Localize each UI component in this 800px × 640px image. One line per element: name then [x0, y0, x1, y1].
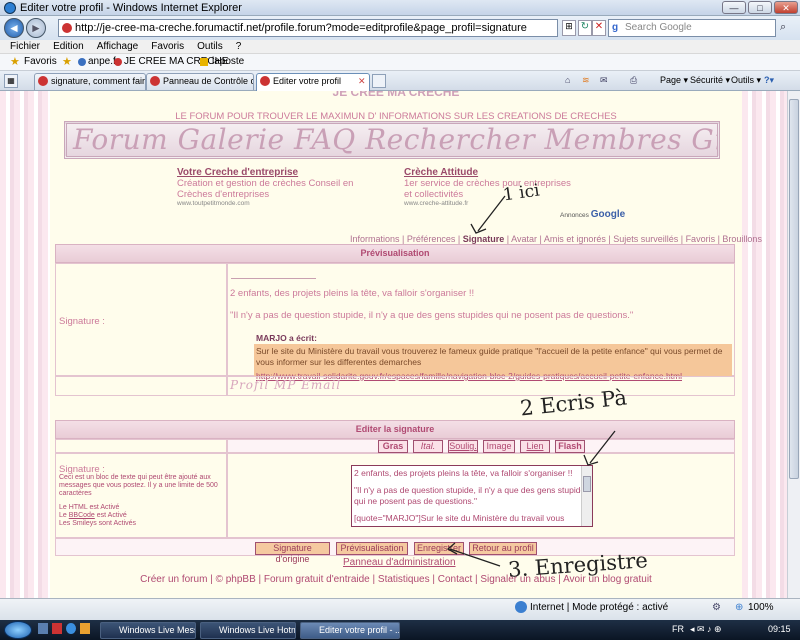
- page-scrollbar[interactable]: [787, 91, 800, 598]
- clock[interactable]: 09:15: [768, 624, 791, 634]
- quick-tabs-icon[interactable]: ▦: [4, 74, 18, 88]
- page-menu-label: Page: [660, 75, 682, 85]
- tab-editer-profil[interactable]: Editer votre profil ✕: [256, 73, 370, 91]
- maximize-button[interactable]: □: [748, 1, 772, 14]
- annotation-layer: [446, 195, 616, 567]
- search-placeholder: Search Google: [625, 22, 692, 33]
- stop-icon[interactable]: ✕: [592, 20, 606, 36]
- tab-panneau[interactable]: Panneau de Contrôle des ...: [146, 73, 254, 90]
- task-label: Windows Live Mess...: [119, 625, 195, 635]
- arrow-3-head: [446, 542, 458, 555]
- tray-icons[interactable]: ◂ ✉ ♪ ⊕: [690, 624, 722, 635]
- tab-favicon-icon: [150, 76, 160, 86]
- page-menu[interactable]: Page ▾: [660, 73, 688, 88]
- task-live-messenger[interactable]: Windows Live Mess...: [100, 622, 196, 639]
- securite-menu[interactable]: Sécurité ▾: [690, 73, 730, 88]
- tab-label: Panneau de Contrôle des ...: [163, 76, 253, 86]
- address-url: http://je-cree-ma-creche.forumactif.net/…: [75, 22, 527, 34]
- minimize-button[interactable]: —: [722, 1, 746, 14]
- search-input[interactable]: g Search Google: [608, 19, 776, 37]
- title-bar: Editer votre profil - Windows Internet E…: [0, 0, 800, 16]
- browser-window: Editer votre profil - Windows Internet E…: [0, 0, 800, 640]
- menu-outils[interactable]: Outils: [197, 40, 223, 53]
- close-button[interactable]: ✕: [774, 1, 798, 14]
- refresh-icon[interactable]: ↻: [578, 20, 592, 36]
- print-icon[interactable]: ⎙: [630, 73, 637, 88]
- status-bar: Internet | Mode protégé : activé ⚙ ⊕ 100…: [0, 598, 800, 620]
- menu-edition[interactable]: Edition: [53, 40, 84, 53]
- anpe-favicon-icon: [78, 58, 86, 66]
- task-editer-profil[interactable]: Editer votre profil - ...: [300, 622, 400, 639]
- settings-icon[interactable]: ⚙: [712, 602, 721, 613]
- creche-favicon-icon: [114, 58, 122, 66]
- task-live-hotmail[interactable]: Windows Live Hotm...: [200, 622, 296, 639]
- window-title: Editer votre profil - Windows Internet E…: [20, 2, 242, 14]
- quicklaunch-desktop-icon[interactable]: [38, 623, 48, 634]
- favorites-bar: ★ Favoris ★ anpe.fr JE CREE MA CRECHE la…: [0, 54, 800, 71]
- start-button[interactable]: [4, 621, 32, 639]
- tab-label: signature, comment faire ?: [51, 76, 146, 86]
- menu-help[interactable]: ?: [236, 40, 242, 53]
- fav-link-laposte[interactable]: laposte: [212, 54, 244, 70]
- menu-affichage[interactable]: Affichage: [97, 40, 139, 53]
- zoom-level[interactable]: 100%: [748, 602, 774, 613]
- address-row: ◄ ► http://je-cree-ma-creche.forumactif.…: [0, 16, 800, 40]
- favorites-button[interactable]: Favoris: [24, 54, 57, 70]
- taskbar: Windows Live Mess... Windows Live Hotm..…: [0, 620, 800, 640]
- zoom-icon: ⊕: [735, 602, 744, 613]
- page-viewport: JE CREE MA CRECHE LE FORUM POUR TROUVER …: [0, 91, 787, 598]
- laposte-favicon-icon: [200, 58, 208, 66]
- feeds-icon[interactable]: ≋: [582, 73, 590, 88]
- page-scroll-thumb[interactable]: [789, 99, 799, 479]
- language-indicator[interactable]: FR: [672, 624, 684, 634]
- globe-icon: [515, 601, 527, 613]
- task-label: Editer votre profil - ...: [319, 625, 400, 635]
- tab-favicon-icon: [260, 76, 270, 86]
- add-favorite-icon[interactable]: ★: [62, 54, 72, 70]
- menu-bar: Fichier Edition Affichage Favoris Outils…: [0, 40, 800, 54]
- arrow-2: [589, 430, 616, 464]
- search-icon[interactable]: ⌕: [780, 21, 786, 34]
- quicklaunch-folder-icon[interactable]: [80, 623, 90, 634]
- tab-label: Editer votre profil: [273, 76, 342, 86]
- outils-menu-label: Outils: [731, 75, 755, 85]
- ie-logo-icon: [4, 2, 16, 14]
- outils-menu[interactable]: Outils ▾: [731, 73, 761, 88]
- tab-close-icon[interactable]: ✕: [358, 74, 366, 89]
- task-label: Windows Live Hotm...: [219, 625, 295, 635]
- security-zone[interactable]: Internet | Mode protégé : activé: [530, 602, 668, 613]
- quicklaunch-app-icon[interactable]: [52, 623, 62, 634]
- tab-row: ▦ signature, comment faire ? Panneau de …: [0, 71, 800, 91]
- arrow-3: [449, 548, 501, 567]
- arrow-1: [477, 195, 506, 232]
- mail-icon[interactable]: ✉: [600, 73, 608, 88]
- compat-view-icon[interactable]: ⊞: [562, 20, 576, 36]
- google-icon: g: [612, 22, 619, 33]
- arrow-1-head: [470, 223, 487, 234]
- home-icon[interactable]: ⌂: [565, 73, 570, 88]
- menu-favoris[interactable]: Favoris: [151, 40, 184, 53]
- help-icon[interactable]: ?▾: [764, 73, 774, 88]
- favorites-star-icon: ★: [10, 56, 20, 68]
- back-button[interactable]: ◄: [4, 18, 24, 38]
- new-tab-button[interactable]: [372, 74, 386, 88]
- securite-menu-label: Sécurité: [690, 75, 724, 85]
- menu-fichier[interactable]: Fichier: [10, 40, 40, 53]
- quicklaunch-ie-icon[interactable]: [66, 623, 76, 634]
- site-favicon-icon: [62, 23, 72, 33]
- forward-button[interactable]: ►: [26, 18, 46, 38]
- tab-signature[interactable]: signature, comment faire ?: [34, 73, 146, 90]
- address-bar[interactable]: http://je-cree-ma-creche.forumactif.net/…: [58, 19, 558, 37]
- tab-favicon-icon: [38, 76, 48, 86]
